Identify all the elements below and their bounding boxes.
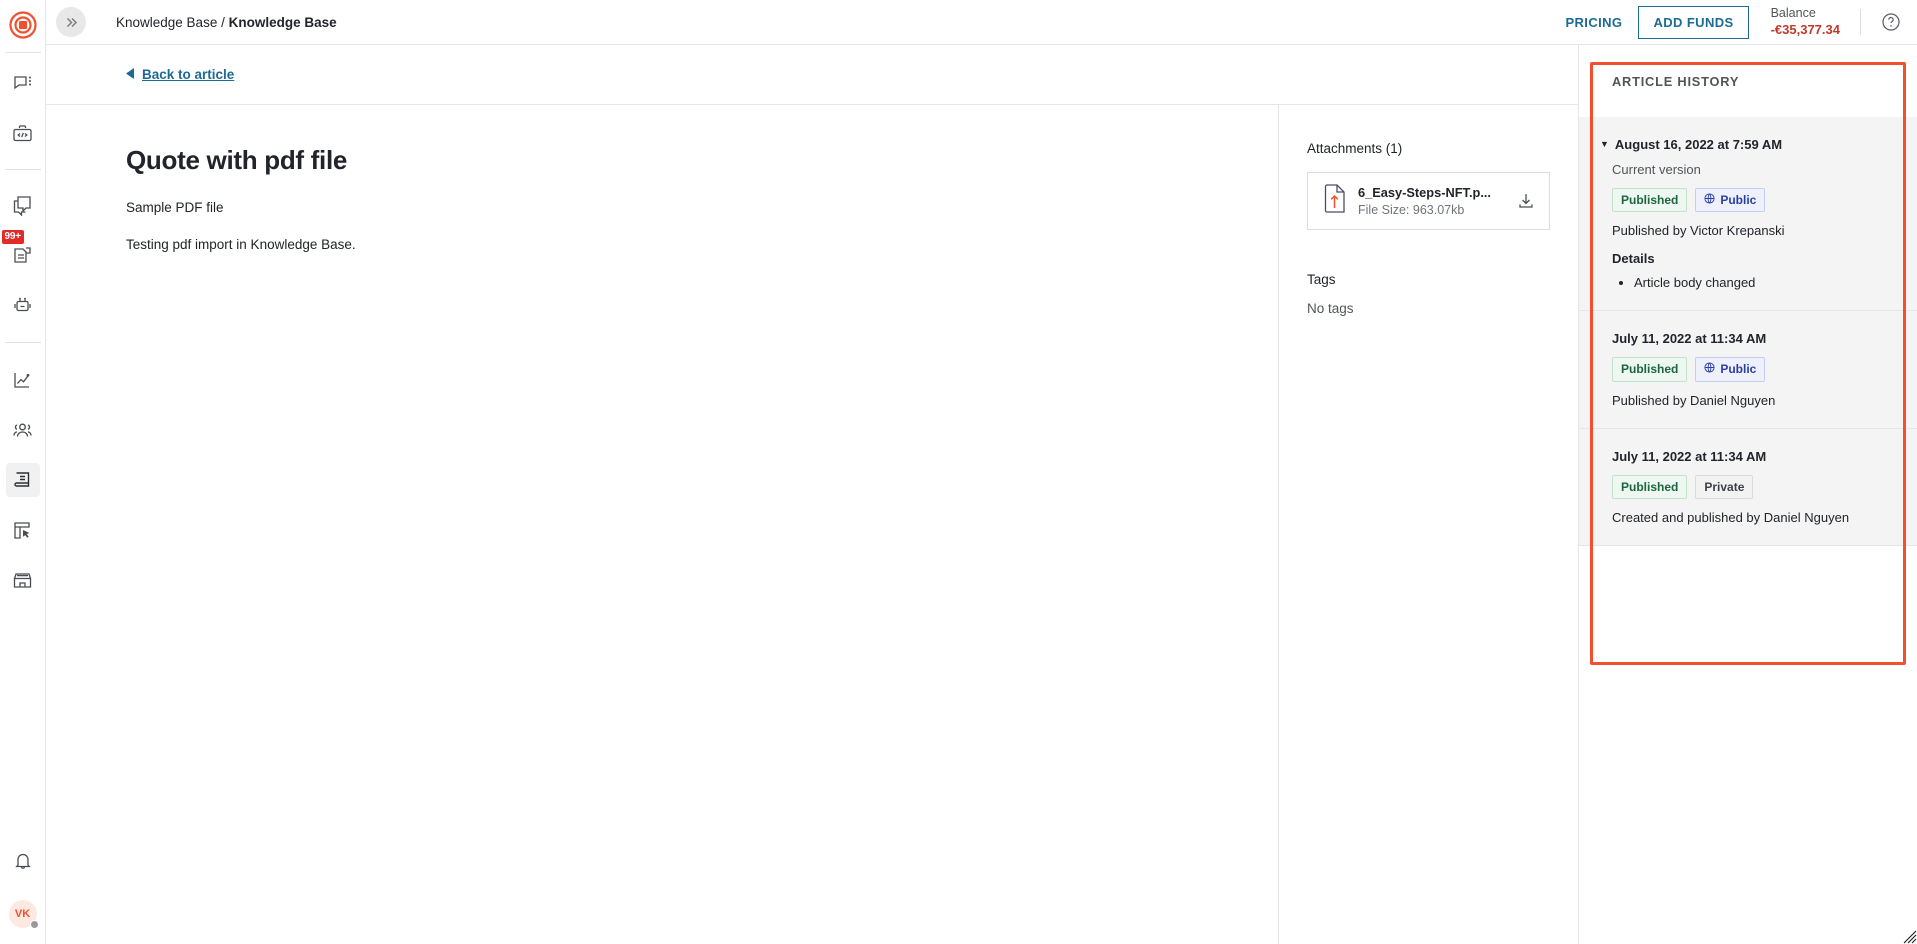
article-paragraph-2: Testing pdf import in Knowledge Base.: [126, 237, 356, 252]
history-entry-date: August 16, 2022 at 7:59 AM: [1614, 137, 1783, 152]
triangle-left-icon: [126, 67, 135, 82]
article-history-panel: ARTICLE HISTORY ▼ August 16, 2022 at 7:5…: [1578, 45, 1917, 944]
attachment-info: 6_Easy-Steps-NFT.p... File Size: 963.07k…: [1358, 185, 1503, 217]
history-list-footer-spacer: [1579, 546, 1917, 599]
article-meta-pane: Attachments (1) 6_Easy-Steps-NFT.p... Fi…: [1278, 105, 1578, 944]
back-to-article-link[interactable]: Back to article: [126, 67, 234, 82]
avatar[interactable]: VK: [8, 900, 39, 929]
breadcrumb-separator: /: [221, 14, 225, 30]
history-heading: ARTICLE HISTORY: [1612, 73, 1740, 89]
workspace: Knowledge Base / Knowledge Base PRICING …: [46, 0, 1917, 944]
avatar-status-dot: [29, 920, 39, 929]
sidebar-item-knowledge-base[interactable]: [5, 463, 53, 497]
history-header: ARTICLE HISTORY: [1579, 45, 1917, 117]
status-badge-public: Public: [1695, 357, 1766, 382]
history-entry-subtitle: Current version: [1612, 162, 1701, 177]
history-details-list: Article body changed: [1612, 275, 1889, 290]
sidebar-item-saved-replies[interactable]: 99+: [1, 230, 40, 272]
history-entry-author: Published by Victor Krepanski: [1612, 223, 1785, 239]
status-badge-published: Published: [1612, 474, 1688, 500]
rail-group-bottom: [0, 355, 53, 605]
breadcrumb-current: Knowledge Base: [228, 14, 337, 30]
rail-group-middle: 99+: [0, 180, 45, 330]
left-navigation-rail: 99+ VK: [0, 0, 53, 944]
article-column: Back to article Quote with pdf file Samp…: [46, 45, 1578, 944]
status-badge-public-label: Public: [1720, 362, 1757, 377]
tags-value: No tags: [1307, 301, 1354, 316]
breadcrumb: Knowledge Base / Knowledge Base: [116, 15, 337, 30]
back-row: Back to article: [46, 45, 1578, 104]
globe-icon: [1704, 193, 1715, 207]
add-funds-button[interactable]: ADD FUNDS: [1638, 5, 1749, 39]
history-entry-badges: Published Public: [1612, 357, 1889, 382]
topbar-divider: [1860, 9, 1861, 35]
history-entry[interactable]: July 11, 2022 at 11:34 AM Published Publ…: [1579, 311, 1917, 429]
rail-divider-1: [4, 52, 41, 53]
history-entry[interactable]: July 11, 2022 at 11:34 AM Published Priv…: [1579, 429, 1917, 547]
attachments-heading: Attachments (1): [1307, 141, 1403, 156]
pdf-upload-file-icon: [1320, 183, 1346, 219]
attachment-size: File Size: 963.07kb: [1358, 203, 1465, 217]
sidebar-item-canned-responses[interactable]: [6, 188, 40, 222]
balance-block: Balance -€35,377.34: [1771, 6, 1840, 38]
top-bar-actions: PRICING ADD FUNDS Balance -€35,377.34: [1549, 5, 1901, 39]
unread-count-badge: 99+: [1, 230, 24, 244]
balance-label: Balance: [1770, 6, 1816, 21]
sidebar-item-widget[interactable]: [6, 513, 40, 547]
status-badge-public-label: Public: [1720, 193, 1757, 207]
article-body: Quote with pdf file Sample PDF file Test…: [46, 105, 1278, 944]
app-root: 99+ VK Knowledge Base / Knowledge Base P…: [0, 0, 1917, 944]
download-icon[interactable]: [1515, 190, 1537, 212]
history-detail-item: Article body changed: [1634, 275, 1889, 290]
globe-icon: [1704, 362, 1715, 376]
back-to-article-label: Back to article: [142, 67, 235, 82]
resize-handle[interactable]: [1903, 930, 1917, 944]
rail-divider-3: [4, 342, 41, 343]
page-title: Quote with pdf file: [126, 145, 348, 175]
body-area: Back to article Quote with pdf file Samp…: [46, 45, 1917, 944]
status-badge-private: Private: [1695, 474, 1754, 500]
status-badge-published: Published: [1612, 357, 1688, 382]
history-entry-author: Published by Daniel Nguyen: [1612, 392, 1776, 408]
attachment-item[interactable]: 6_Easy-Steps-NFT.p... File Size: 963.07k…: [1307, 172, 1550, 230]
history-entry-badges: Published Private: [1612, 474, 1889, 500]
status-badge-public: Public: [1695, 188, 1766, 213]
tags-heading: Tags: [1307, 272, 1336, 287]
breadcrumb-root[interactable]: Knowledge Base: [116, 15, 217, 30]
sidebar-item-conversations[interactable]: [6, 67, 40, 101]
article-split: Quote with pdf file Sample PDF file Test…: [46, 104, 1578, 944]
history-entry-badges: Published Public: [1612, 188, 1889, 213]
sidebar-item-store[interactable]: [6, 563, 40, 597]
sidebar-item-developer-tools[interactable]: [6, 117, 40, 151]
question-circle-icon[interactable]: [1881, 12, 1901, 32]
sidebar-item-chatbot[interactable]: [6, 288, 40, 322]
article-paragraph-1: Sample PDF file: [126, 200, 224, 215]
chevron-double-right-icon[interactable]: [56, 7, 86, 37]
attachment-name: 6_Easy-Steps-NFT.p...: [1358, 185, 1491, 200]
history-entry-date-row[interactable]: July 11, 2022 at 11:34 AM: [1612, 449, 1889, 464]
app-logo-icon[interactable]: [8, 10, 38, 40]
top-bar: Knowledge Base / Knowledge Base PRICING …: [46, 0, 1917, 45]
status-badge-published: Published: [1612, 188, 1688, 213]
history-entry-author: Created and published by Daniel Nguyen: [1612, 510, 1850, 526]
rail-group-top: [0, 59, 45, 159]
rail-bottom-group: VK: [6, 836, 40, 944]
history-entry-date: July 11, 2022 at 11:34 AM: [1612, 331, 1767, 347]
history-entry[interactable]: ▼ August 16, 2022 at 7:59 AM Current ver…: [1579, 117, 1917, 312]
avatar-initials: VK: [14, 908, 31, 920]
history-entry-date-row[interactable]: ▼ August 16, 2022 at 7:59 AM: [1600, 137, 1889, 152]
bell-icon[interactable]: [6, 844, 40, 878]
rail-divider-2: [4, 169, 41, 170]
history-entry-date-row[interactable]: July 11, 2022 at 11:34 AM: [1612, 331, 1889, 346]
history-entry-date: July 11, 2022 at 11:34 AM: [1612, 448, 1767, 464]
caret-down-icon[interactable]: ▼: [1600, 140, 1609, 149]
history-list: ▼ August 16, 2022 at 7:59 AM Current ver…: [1579, 117, 1917, 599]
sidebar-item-reports[interactable]: [6, 363, 40, 397]
sidebar-item-contacts[interactable]: [6, 413, 40, 447]
balance-value: -€35,377.34: [1770, 21, 1840, 37]
pricing-link[interactable]: PRICING: [1549, 15, 1638, 30]
history-details-heading: Details: [1612, 251, 1655, 267]
